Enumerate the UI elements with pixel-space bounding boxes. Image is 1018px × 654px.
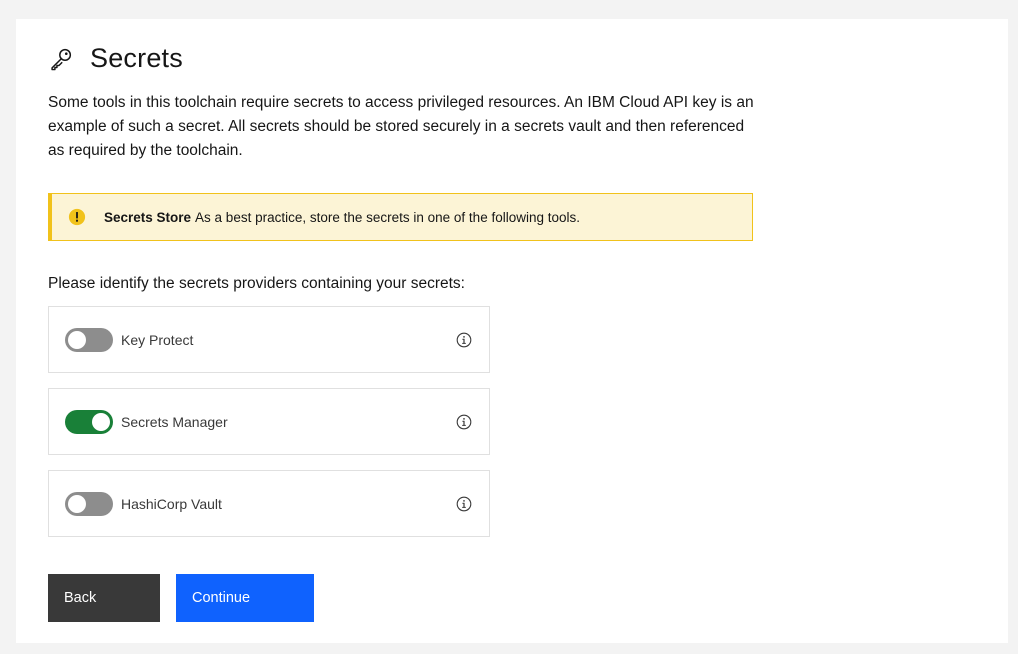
page-header: Secrets <box>48 43 183 74</box>
provider-label: HashiCorp Vault <box>121 495 222 512</box>
provider-tile-secrets-manager: Secrets Manager <box>48 388 490 455</box>
secrets-manager-toggle[interactable] <box>65 409 113 434</box>
intro-text: Some tools in this toolchain require sec… <box>48 94 754 159</box>
page-title: Secrets <box>90 43 183 73</box>
hashicorp-vault-toggle[interactable] <box>65 491 113 516</box>
provider-label: Key Protect <box>121 331 194 348</box>
continue-button[interactable]: Continue <box>176 574 314 622</box>
key-protect-toggle[interactable] <box>65 327 113 352</box>
notice-message: As a best practice, store the secrets in… <box>195 209 581 225</box>
info-icon[interactable] <box>456 496 472 512</box>
secrets-panel: Secrets Some tools in this toolchain req… <box>16 19 1008 643</box>
providers-prompt: Please identify the secrets providers co… <box>48 275 465 292</box>
key-icon <box>51 48 72 70</box>
provider-label: Secrets Manager <box>121 413 228 430</box>
notice-title: Secrets Store <box>104 209 192 225</box>
secrets-store-notice: Secrets Store As a best practice, store … <box>48 193 753 241</box>
provider-tile-hashicorp-vault: HashiCorp Vault <box>48 470 490 537</box>
toggle-knob <box>68 330 86 349</box>
toggle-knob <box>92 412 110 431</box>
warning-filled-icon <box>68 208 86 226</box>
provider-tile-key-protect: Key Protect <box>48 306 490 373</box>
toggle-knob <box>68 494 86 513</box>
back-button[interactable]: Back <box>48 574 160 622</box>
info-icon[interactable] <box>456 332 472 348</box>
info-icon[interactable] <box>456 414 472 430</box>
